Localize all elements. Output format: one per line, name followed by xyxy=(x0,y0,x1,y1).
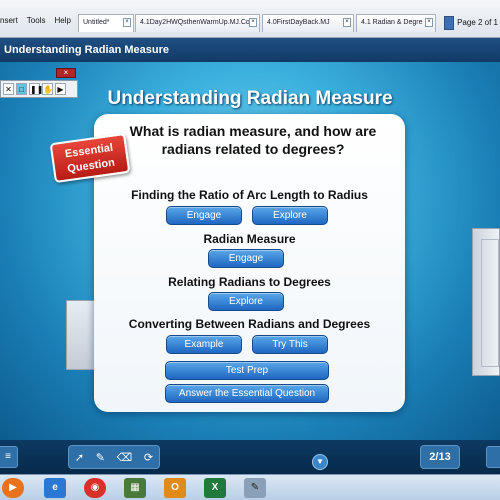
try-this-button[interactable]: Try This xyxy=(252,335,328,354)
left-decor-panel xyxy=(66,300,96,370)
eraser-icon[interactable]: ⌫ xyxy=(117,451,133,464)
close-icon[interactable]: × xyxy=(425,18,433,27)
taskbar: ▶ e ◉ ▦ O X ✎ xyxy=(0,474,500,500)
explore-button[interactable]: Explore xyxy=(208,292,284,311)
previous-page-icon[interactable] xyxy=(444,16,454,30)
tab-label: Untitled* xyxy=(83,19,110,26)
lesson-card: What is radian measure, and how are radi… xyxy=(94,114,405,412)
answer-question-button[interactable]: Answer the Essential Question xyxy=(165,384,329,403)
explore-button[interactable]: Explore xyxy=(252,206,328,225)
menu-insert[interactable]: nsert xyxy=(0,16,18,25)
section-heading-radian-measure: Radian Measure xyxy=(203,232,296,246)
menu-and-tab-bar: nsert Tools Help Untitled* × 4.1Day2HWQs… xyxy=(0,0,500,38)
tab-label: 4.0FirstDayBack.MJ xyxy=(267,19,330,26)
tab-radian-degree[interactable]: 4.1 Radian & Degre × xyxy=(356,14,436,32)
engage-button[interactable]: Engage xyxy=(166,206,242,225)
close-icon[interactable]: × xyxy=(249,18,257,27)
browser-icon[interactable]: e xyxy=(44,478,66,498)
chevron-down-icon[interactable]: ▼ xyxy=(312,454,328,470)
section-heading-relating: Relating Radians to Degrees xyxy=(168,275,331,289)
annotation-tools: ➚ ✎ ⌫ ⟳ xyxy=(68,445,160,469)
chrome-icon[interactable]: ◉ xyxy=(84,478,106,498)
pointer-icon[interactable]: ➚ xyxy=(75,451,84,464)
essential-question-text: What is radian measure, and how are radi… xyxy=(129,123,377,157)
menu-help[interactable]: Help xyxy=(54,16,70,25)
player-control-bar: ≡ ➚ ✎ ⌫ ⟳ ▼ 2/13 xyxy=(0,440,500,474)
media-player-icon[interactable]: ▶ xyxy=(2,478,24,498)
page-counter: 2/13 xyxy=(420,445,460,469)
window-title: Understanding Radian Measure xyxy=(4,44,170,56)
refresh-icon[interactable]: ⟳ xyxy=(144,451,153,464)
notes-icon[interactable]: ✎ xyxy=(244,478,266,498)
title-band: Understanding Radian Measure xyxy=(0,38,500,62)
panel-inner xyxy=(481,239,499,367)
right-decor-panel xyxy=(472,228,500,376)
menu-icon[interactable]: ≡ xyxy=(0,446,18,468)
menubar: nsert Tools Help xyxy=(0,0,80,38)
menu-tools[interactable]: Tools xyxy=(27,16,46,25)
lesson-title: Understanding Radian Measure xyxy=(107,88,393,109)
excel-icon[interactable]: X xyxy=(204,478,226,498)
next-page-icon[interactable] xyxy=(486,446,500,468)
test-prep-button[interactable]: Test Prep xyxy=(165,361,329,380)
tab-untitled[interactable]: Untitled* × xyxy=(78,14,134,32)
close-icon[interactable]: × xyxy=(56,68,76,78)
tab-label: 4.1Day2HWQsthenWarmUp.MJ.Cor xyxy=(140,19,253,26)
close-icon[interactable]: × xyxy=(123,18,131,27)
close-icon[interactable]: × xyxy=(343,18,351,27)
lesson-stage: × ✕ □ ❚❚ ✋ ▶ Understanding Radian Measur… xyxy=(0,62,500,440)
tab-firstdayback[interactable]: 4.0FirstDayBack.MJ × xyxy=(262,14,354,32)
page-indicator: Page 2 of 1 xyxy=(457,18,498,27)
engage-button[interactable]: Engage xyxy=(208,249,284,268)
section-heading-converting: Converting Between Radians and Degrees xyxy=(128,317,371,331)
example-button[interactable]: Example xyxy=(166,335,242,354)
section-heading-ratio: Finding the Ratio of Arc Length to Radiu… xyxy=(131,188,368,202)
tab-day2hw[interactable]: 4.1Day2HWQsthenWarmUp.MJ.Cor × xyxy=(135,14,260,32)
pen-icon[interactable]: ✎ xyxy=(96,451,105,464)
tab-label: 4.1 Radian & Degre xyxy=(361,19,423,26)
outlook-icon[interactable]: O xyxy=(164,478,186,498)
app-icon[interactable]: ▦ xyxy=(124,478,146,498)
